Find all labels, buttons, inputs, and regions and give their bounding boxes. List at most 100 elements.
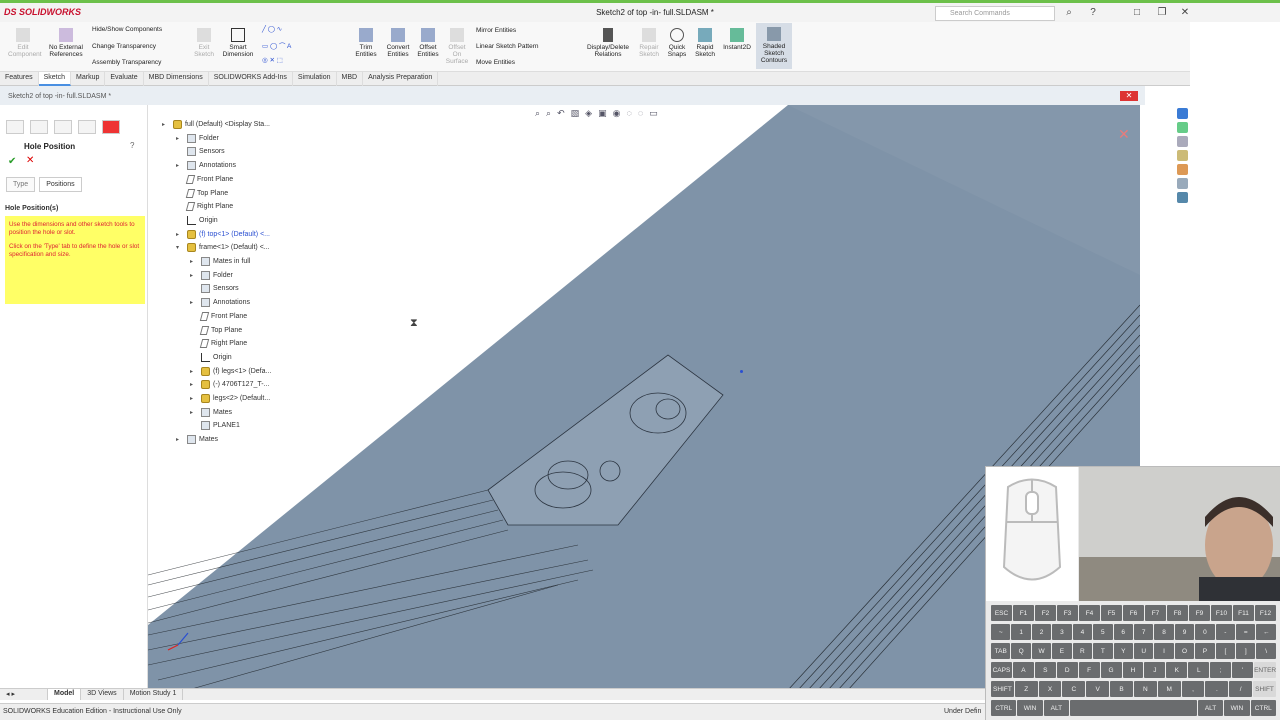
- solidworks-resources-icon[interactable]: [1177, 108, 1188, 119]
- tab-mbd[interactable]: MBD: [337, 72, 364, 86]
- tree-item[interactable]: ▸ (f) top<1> (Default) <...: [176, 229, 270, 239]
- doc-close-icon[interactable]: ✕: [1120, 91, 1138, 101]
- tree-item[interactable]: Right Plane: [176, 202, 233, 212]
- no-external-references-button[interactable]: No External References: [48, 28, 84, 58]
- tree-item[interactable]: Origin: [176, 215, 218, 225]
- hole-positions-section-title[interactable]: Hole Position(s): [5, 205, 145, 212]
- tree-item[interactable]: ▸ full (Default) <Display Sta...: [162, 120, 270, 129]
- tab-sketch[interactable]: Sketch: [38, 72, 72, 86]
- zoom-to-fit-icon[interactable]: ⌕: [535, 108, 540, 119]
- trim-entities-button[interactable]: Trim Entities: [352, 28, 380, 58]
- tree-item[interactable]: Front Plane: [176, 174, 233, 184]
- maximize-icon[interactable]: □: [1130, 7, 1144, 18]
- change-transparency-button[interactable]: Change Transparency: [92, 43, 156, 50]
- tree-item[interactable]: ▸ Mates: [190, 407, 232, 417]
- tab-evaluate[interactable]: Evaluate: [105, 72, 144, 86]
- offset-on-surface-button[interactable]: Offset On Surface: [444, 28, 470, 65]
- dimxpert-manager-tab[interactable]: [78, 120, 96, 134]
- bottom-tab-motion-study-1[interactable]: Motion Study 1: [124, 689, 184, 700]
- tree-item[interactable]: Front Plane: [190, 311, 247, 321]
- expand-arrow-icon[interactable]: ▸: [162, 121, 170, 128]
- linear-sketch-pattern-button[interactable]: Linear Sketch Pattern: [476, 43, 539, 50]
- tab-simulation[interactable]: Simulation: [293, 72, 337, 86]
- tree-item[interactable]: Sensors: [176, 147, 225, 157]
- cancel-button[interactable]: ✕: [26, 155, 34, 166]
- tree-item[interactable]: ▸ Folder: [190, 270, 233, 280]
- expand-arrow-icon[interactable]: ▸: [190, 395, 198, 402]
- view-settings-icon[interactable]: ▭: [649, 108, 658, 119]
- repair-sketch-button[interactable]: Repair Sketch: [636, 28, 662, 58]
- rapid-sketch-button[interactable]: Rapid Sketch: [692, 28, 718, 58]
- assembly-transparency-button[interactable]: Assembly Transparency: [92, 59, 161, 66]
- move-entities-button[interactable]: Move Entities: [476, 59, 515, 66]
- tree-item[interactable]: ▸ (f) legs<1> (Defa...: [190, 366, 271, 376]
- design-library-icon[interactable]: [1177, 122, 1188, 133]
- expand-arrow-icon[interactable]: ▸: [190, 272, 198, 279]
- appearances-icon[interactable]: [1177, 164, 1188, 175]
- view-orientation-icon[interactable]: ◈: [585, 108, 592, 119]
- tree-item[interactable]: ▸ (-) 4706T127_T-...: [190, 380, 269, 390]
- tab-features[interactable]: Features: [0, 72, 39, 86]
- help-icon[interactable]: ?: [1086, 7, 1100, 18]
- display-manager-tab[interactable]: [102, 120, 120, 134]
- expand-arrow-icon[interactable]: ▸: [176, 436, 184, 443]
- expand-arrow-icon[interactable]: ▸: [176, 231, 184, 238]
- instant2d-button[interactable]: Instant2D: [720, 28, 754, 51]
- zoom-area-icon[interactable]: ⌕: [546, 108, 551, 119]
- expand-arrow-icon[interactable]: ▸: [190, 381, 198, 388]
- property-manager-tab[interactable]: [30, 120, 48, 134]
- close-icon[interactable]: ✕: [1178, 7, 1192, 18]
- display-delete-relations-button[interactable]: Display/Delete Relations: [584, 28, 632, 58]
- tab-analysis-preparation[interactable]: Analysis Preparation: [363, 72, 439, 86]
- tree-item[interactable]: PLANE1: [190, 421, 240, 431]
- expand-arrow-icon[interactable]: ▾: [176, 244, 184, 251]
- configuration-manager-tab[interactable]: [54, 120, 72, 134]
- quick-snaps-button[interactable]: Quick Snaps: [664, 28, 690, 58]
- smart-dimension-button[interactable]: Smart Dimension: [222, 28, 254, 58]
- scene-icon[interactable]: ◌: [638, 108, 643, 119]
- tree-item[interactable]: ▸ Mates in full: [190, 257, 250, 266]
- section-view-icon[interactable]: ▧: [571, 108, 580, 119]
- tree-item[interactable]: ▸ Annotations: [190, 298, 250, 308]
- file-explorer-icon[interactable]: [1177, 136, 1188, 147]
- display-style-icon[interactable]: ▣: [598, 108, 607, 119]
- expand-arrow-icon[interactable]: ▸: [176, 135, 184, 142]
- tree-item[interactable]: Top Plane: [190, 325, 242, 335]
- point-icon[interactable]: ◎ ✕ ⬚: [262, 56, 283, 64]
- tree-item[interactable]: Origin: [190, 352, 232, 362]
- edit-component-button[interactable]: Edit Component: [8, 28, 42, 58]
- convert-entities-button[interactable]: Convert Entities: [382, 28, 414, 58]
- mirror-entities-button[interactable]: Mirror Entities: [476, 27, 516, 34]
- exit-sketch-button[interactable]: Exit Sketch: [190, 28, 218, 58]
- tree-item[interactable]: ▾ frame<1> (Default) <...: [176, 243, 270, 253]
- restore-icon[interactable]: ❐: [1155, 7, 1169, 18]
- line-icon[interactable]: ╱ ◯ ∿: [262, 25, 282, 33]
- tab-solidworks-add-ins[interactable]: SOLIDWORKS Add-Ins: [209, 72, 293, 86]
- tree-item[interactable]: ▸ Folder: [176, 133, 219, 143]
- feature-manager-tab[interactable]: [6, 120, 24, 134]
- custom-properties-icon[interactable]: [1177, 178, 1188, 189]
- tree-item[interactable]: Top Plane: [176, 188, 228, 198]
- tree-item[interactable]: ▸ Annotations: [176, 161, 236, 171]
- search-commands-input[interactable]: Search Commands: [935, 6, 1055, 21]
- tree-item[interactable]: Right Plane: [190, 339, 247, 349]
- tab-mbd-dimensions[interactable]: MBD Dimensions: [144, 72, 209, 86]
- view-palette-icon[interactable]: [1177, 150, 1188, 161]
- search-icon[interactable]: ⌕: [1062, 7, 1076, 18]
- expand-arrow-icon[interactable]: ▸: [190, 258, 198, 265]
- tab-type[interactable]: Type: [6, 177, 36, 192]
- ok-button[interactable]: ✔: [8, 156, 16, 167]
- expand-arrow-icon[interactable]: ▸: [190, 368, 198, 375]
- tree-item[interactable]: Sensors: [190, 284, 239, 294]
- expand-arrow-icon[interactable]: ▸: [190, 299, 198, 306]
- shaded-sketch-contours-button[interactable]: Shaded Sketch Contours: [756, 23, 792, 69]
- tab-scroll-arrows[interactable]: ◂ ▸: [0, 689, 48, 700]
- offset-entities-button[interactable]: Offset Entities: [414, 28, 442, 58]
- tree-item[interactable]: ▸ legs<2> (Default...: [190, 394, 270, 403]
- hide-show-items-icon[interactable]: ◉: [613, 108, 621, 119]
- cancel-sketch-icon[interactable]: ✕: [1118, 126, 1130, 143]
- hide-show-components-button[interactable]: Hide/Show Components: [92, 26, 162, 33]
- tab-markup[interactable]: Markup: [71, 72, 106, 86]
- help-icon[interactable]: ?: [130, 141, 134, 150]
- expand-arrow-icon[interactable]: ▸: [190, 409, 198, 416]
